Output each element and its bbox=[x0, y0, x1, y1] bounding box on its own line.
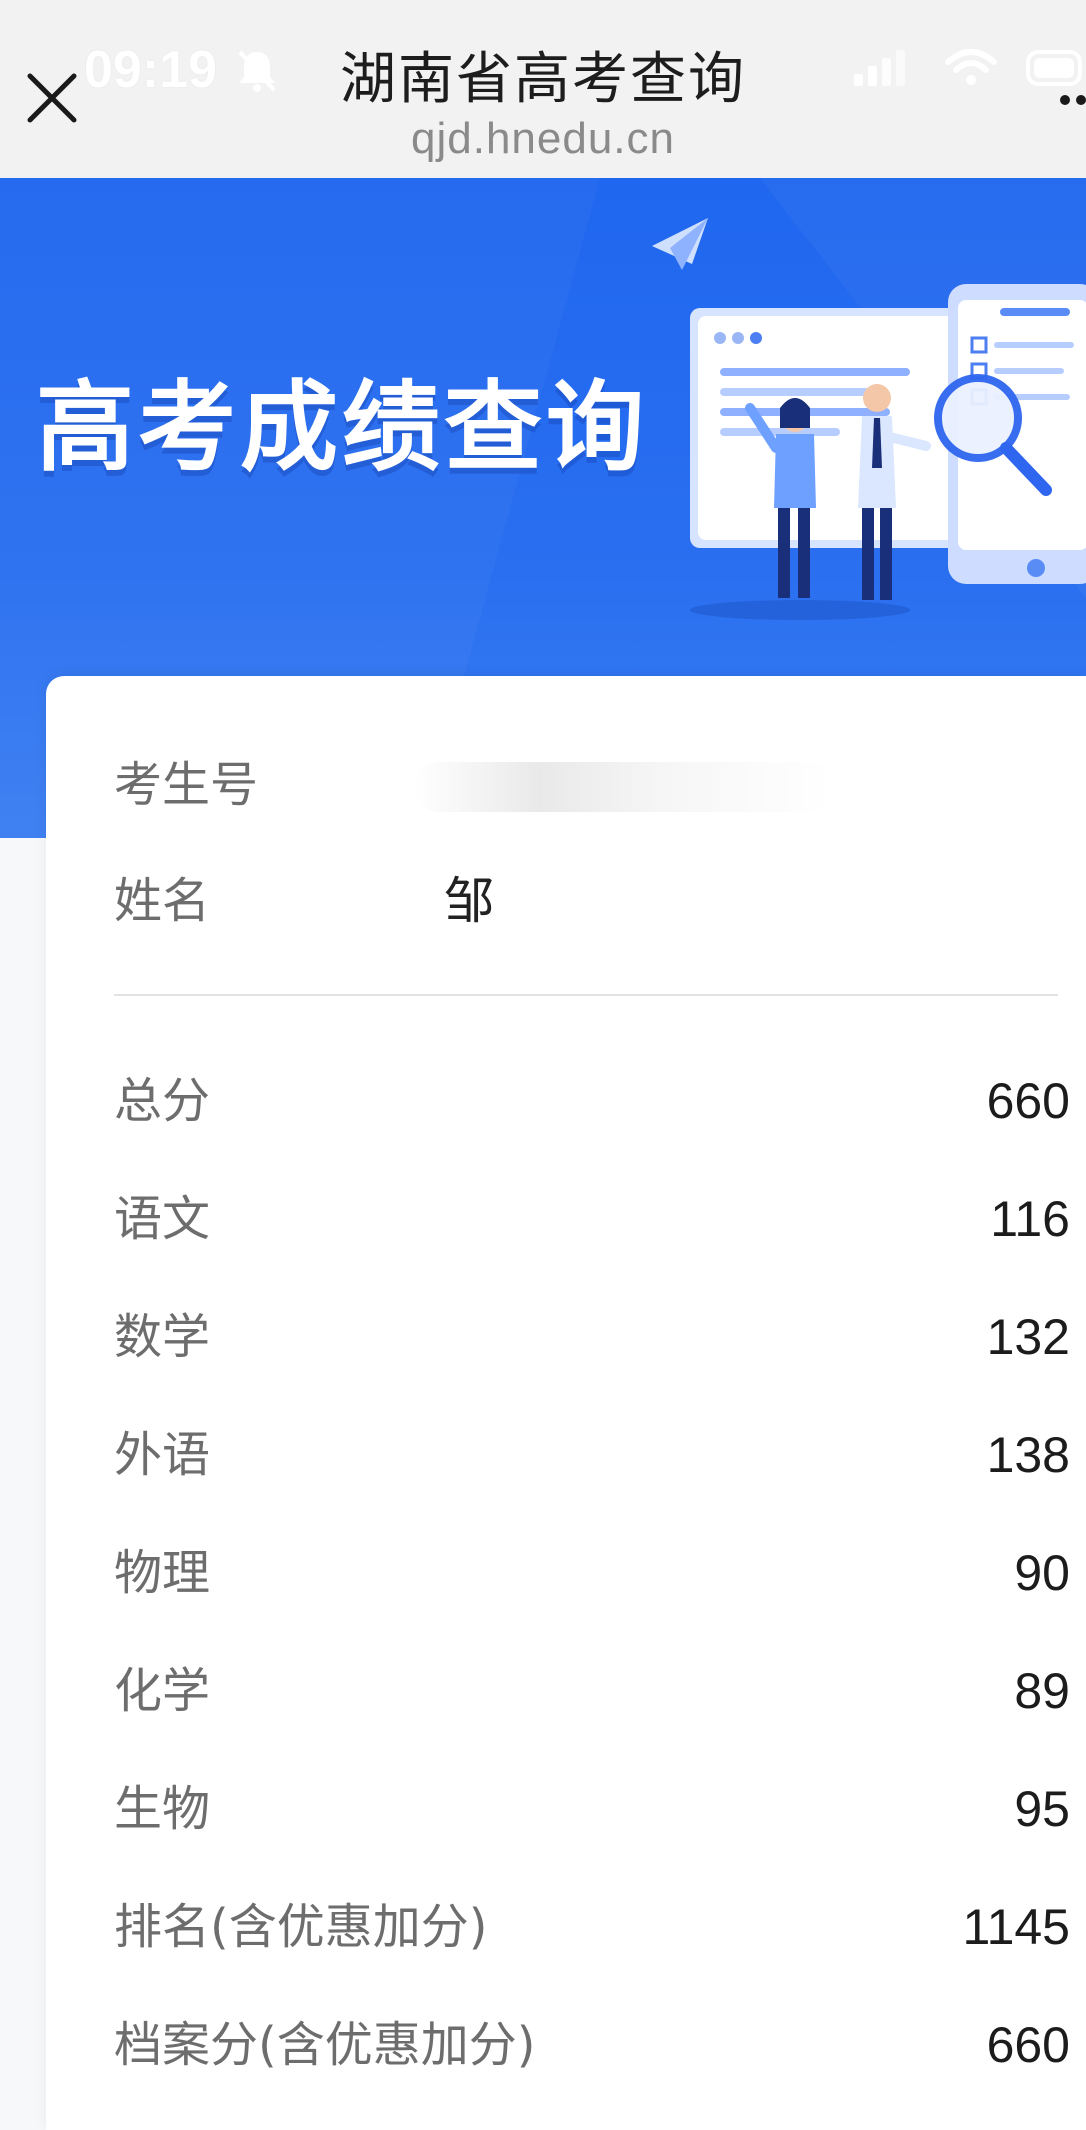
score-label: 档案分(含优惠加分) bbox=[114, 2017, 536, 2073]
score-value: 660 bbox=[986, 1073, 1070, 1129]
score-value: 138 bbox=[986, 1427, 1070, 1483]
score-card: 考生号 姓名 邹 总分 660 语文 116 数学 132 外语 138 物理 … bbox=[46, 676, 1086, 2130]
score-row-physics: 物理 90 bbox=[114, 1538, 1086, 1608]
score-row-foreign-language: 外语 138 bbox=[114, 1420, 1086, 1490]
exam-number-label: 考生号 bbox=[114, 757, 259, 813]
hero-title: 高考成绩查询 bbox=[36, 371, 649, 485]
score-row-math: 数学 132 bbox=[114, 1302, 1086, 1372]
score-label: 化学 bbox=[114, 1663, 211, 1719]
browser-header: 09:19 湖南省高考查询 qjd.hnedu.cn bbox=[0, 0, 1086, 179]
score-value: 132 bbox=[986, 1309, 1070, 1365]
name-redacted bbox=[494, 866, 754, 936]
section-divider bbox=[114, 994, 1058, 996]
score-row-archive-score: 档案分(含优惠加分) 660 bbox=[114, 2010, 1086, 2080]
page-url: qjd.hnedu.cn bbox=[411, 114, 675, 163]
score-row-chinese: 语文 116 bbox=[114, 1184, 1086, 1254]
exam-number-redacted bbox=[414, 762, 834, 812]
score-value: 89 bbox=[1014, 1663, 1070, 1719]
score-value: 660 bbox=[986, 2017, 1070, 2073]
name-value: 邹 bbox=[444, 872, 494, 930]
score-value: 95 bbox=[1014, 1781, 1070, 1837]
score-label: 数学 bbox=[114, 1309, 211, 1365]
search-illustration bbox=[690, 284, 1086, 620]
score-value: 116 bbox=[990, 1191, 1070, 1247]
score-label: 总分 bbox=[114, 1073, 211, 1129]
score-value: 1145 bbox=[962, 1899, 1070, 1955]
page-title: 湖南省高考查询 bbox=[340, 47, 746, 112]
exam-number-row: 考生号 bbox=[114, 750, 1086, 820]
score-row-chemistry: 化学 89 bbox=[114, 1656, 1086, 1726]
score-row-biology: 生物 95 bbox=[114, 1774, 1086, 1844]
score-label: 物理 bbox=[114, 1545, 211, 1601]
score-row-ranking: 排名(含优惠加分) 1145 bbox=[114, 1892, 1086, 1962]
score-row-total: 总分 660 bbox=[114, 1066, 1086, 1136]
score-label: 外语 bbox=[114, 1427, 211, 1483]
paper-plane-icon bbox=[652, 218, 708, 270]
score-label: 语文 bbox=[114, 1191, 211, 1247]
score-label: 排名(含优惠加分) bbox=[114, 1899, 488, 1955]
name-label: 姓名 bbox=[114, 873, 211, 929]
score-label: 生物 bbox=[114, 1781, 211, 1837]
score-value: 90 bbox=[1014, 1545, 1070, 1601]
name-row: 姓名 邹 bbox=[114, 866, 1086, 936]
